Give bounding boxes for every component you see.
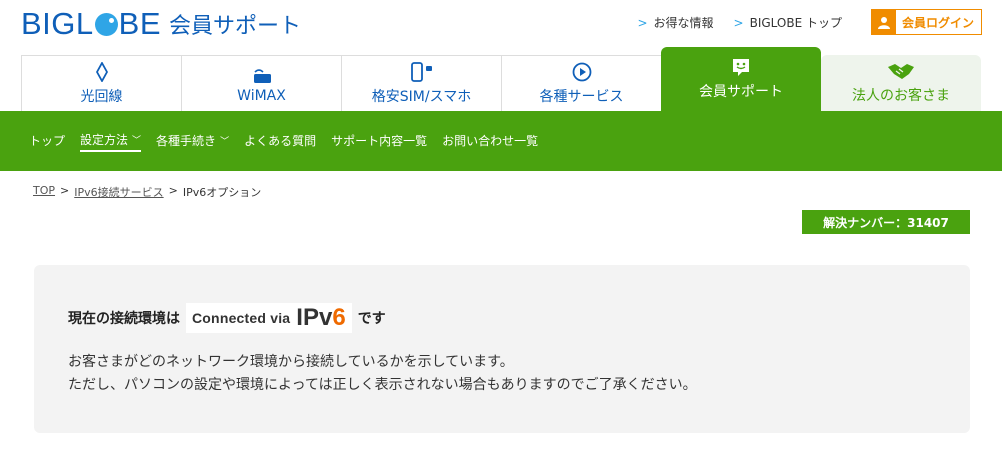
connection-description: お客さまがどのネットワーク環境から接続しているかを示しています。 ただし、パソコ… (68, 354, 697, 393)
ipv6-connected-badge: Connected via IPv6 (186, 303, 352, 333)
main-nav: 光回線 WiMAX 格安SIM/スマホ 各種サービス 会員サポート 法人のお客さ… (21, 47, 983, 111)
logo-subtitle: 会員サポート (169, 14, 302, 39)
chevron-right-icon: > (733, 15, 744, 30)
smiley-chat-icon (731, 57, 751, 77)
logo-o-icon (94, 13, 118, 36)
chevron-down-icon: ﹀ (132, 135, 142, 146)
breadcrumb: TOP > IPv6接続サービス > IPv6オプション (33, 184, 261, 200)
nav-tab-services[interactable]: 各種サービス (501, 55, 661, 111)
top-links: > お得な情報 > BIGLOBE トップ (637, 14, 842, 31)
subnav-top[interactable]: トップ (29, 132, 65, 151)
nav-tab-hikari[interactable]: 光回線 (21, 55, 181, 111)
wimax-router-icon (251, 64, 273, 84)
breadcrumb-top[interactable]: TOP (33, 184, 55, 200)
nav-tab-corporate[interactable]: 法人のお客さま (821, 55, 981, 111)
chevron-right-icon: > (637, 15, 648, 30)
diamond-icon (95, 61, 108, 82)
logo-wordmark: BIGL BE (21, 6, 162, 41)
breadcrumb-current: IPv6オプション (182, 186, 262, 199)
breadcrumb-ipv6-service[interactable]: IPv6接続サービス (74, 184, 163, 200)
top-link-biglobe-top[interactable]: > BIGLOBE トップ (734, 14, 842, 31)
member-login-button[interactable]: 会員ログイン (871, 9, 982, 35)
subnav-procedures[interactable]: 各種手続き ﹀ (156, 132, 229, 151)
subnav-support-list[interactable]: サポート内容一覧 (331, 132, 427, 151)
user-icon (872, 10, 896, 34)
nav-tab-wimax[interactable]: WiMAX (181, 55, 341, 111)
solution-number-badge: 解決ナンバー：31407 (802, 210, 970, 234)
biglobe-logo[interactable]: BIGL BE 会員サポート (21, 6, 302, 41)
play-circle-icon (572, 62, 592, 82)
subnav-faq[interactable]: よくある質問 (244, 132, 316, 151)
chevron-down-icon: ﹀ (220, 136, 230, 147)
breadcrumb-separator: > (168, 184, 178, 197)
sub-nav: トップ 設定方法 ﹀ 各種手続き ﹀ よくある質問 サポート内容一覧 お問い合わせ一… (0, 111, 1002, 171)
breadcrumb-separator: > (60, 184, 70, 197)
top-link-deals[interactable]: > お得な情報 (637, 14, 713, 31)
handshake-icon (887, 61, 915, 81)
connection-status-line: 現在の接続環境は Connected via IPv6 です (68, 303, 386, 333)
subnav-settings[interactable]: 設定方法 ﹀ (80, 131, 142, 152)
nav-tab-sim[interactable]: 格安SIM/スマホ (341, 55, 501, 111)
nav-tab-member-support[interactable]: 会員サポート (661, 47, 821, 111)
smartphone-icon (409, 61, 435, 82)
subnav-contact-list[interactable]: お問い合わせ一覧 (442, 132, 538, 151)
connection-status-box: 現在の接続環境は Connected via IPv6 です お客さまがどのネッ… (34, 265, 970, 433)
site-header: BIGL BE 会員サポート > お得な情報 > BIGLOBE トップ 会員ログ… (0, 0, 1002, 47)
